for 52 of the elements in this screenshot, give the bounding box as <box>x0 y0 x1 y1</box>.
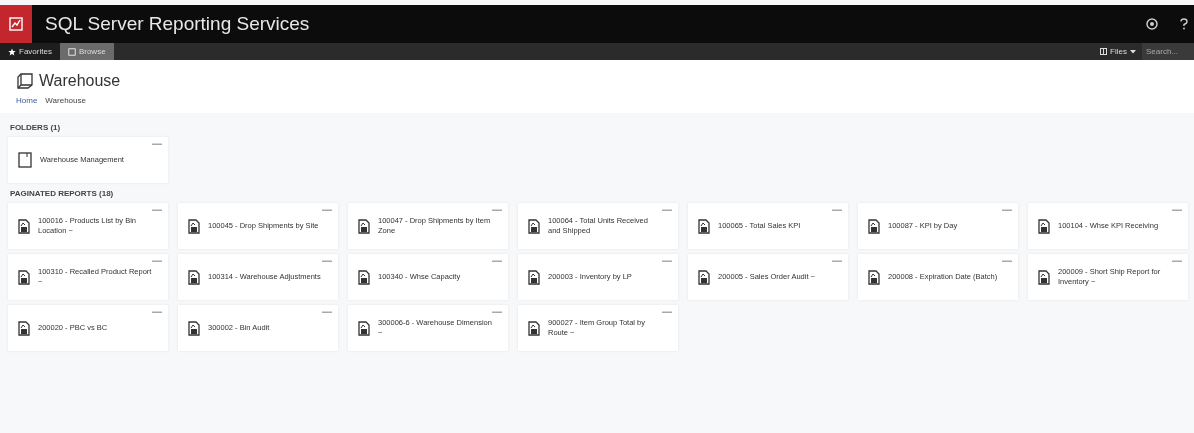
more-icon[interactable] <box>152 260 162 263</box>
more-icon[interactable] <box>322 260 332 263</box>
report-icon <box>528 320 540 336</box>
breadcrumb-item[interactable]: Home <box>16 96 38 105</box>
more-icon[interactable] <box>662 209 672 212</box>
nav-tab[interactable]: Browse <box>59 43 114 60</box>
report-icon <box>528 218 540 234</box>
page-title: Warehouse <box>39 72 121 90</box>
report-icon <box>188 218 200 234</box>
more-icon[interactable] <box>322 209 332 212</box>
report-icon <box>698 269 710 285</box>
more-icon[interactable] <box>1172 260 1182 263</box>
more-icon[interactable] <box>492 260 502 263</box>
report-icon <box>188 269 200 285</box>
more-icon[interactable] <box>152 143 162 146</box>
more-icon[interactable] <box>832 260 842 263</box>
more-icon[interactable] <box>1002 260 1012 263</box>
report-icon <box>18 320 30 336</box>
more-icon[interactable] <box>492 311 502 314</box>
section-title: PAGINATED REPORTS (18) <box>10 189 115 198</box>
more-icon[interactable] <box>662 260 672 263</box>
settings-icon[interactable] <box>1146 18 1158 30</box>
more-icon[interactable] <box>662 311 672 314</box>
section-title: FOLDERS (1) <box>10 123 62 132</box>
report-icon <box>698 218 710 234</box>
report-icon <box>188 320 200 336</box>
breadcrumb-item[interactable]: Warehouse <box>45 96 86 105</box>
report-icon <box>358 320 370 336</box>
report-icon <box>358 218 370 234</box>
report-icon <box>528 269 540 285</box>
more-icon[interactable] <box>832 209 842 212</box>
report-icon <box>868 269 880 285</box>
more-icon[interactable] <box>1002 209 1012 212</box>
nav-tab[interactable]: Favorites <box>0 43 60 60</box>
more-icon[interactable] <box>322 311 332 314</box>
report-icon <box>18 269 30 285</box>
report-icon <box>1038 218 1050 234</box>
search-field[interactable]: Search... <box>1142 43 1194 60</box>
more-icon[interactable] <box>152 311 162 314</box>
report-icon <box>868 218 880 234</box>
more-icon[interactable] <box>1172 209 1182 212</box>
grid-icon <box>1100 48 1108 55</box>
app-title: SQL Server Reporting Services <box>45 13 310 35</box>
help-icon[interactable] <box>1180 18 1188 30</box>
caret-icon <box>1130 49 1136 54</box>
report-icon <box>358 269 370 285</box>
report-icon <box>1038 269 1050 285</box>
view-dropdown[interactable]: Files <box>1094 43 1142 60</box>
more-icon[interactable] <box>152 209 162 212</box>
report-icon <box>18 218 30 234</box>
more-icon[interactable] <box>492 209 502 212</box>
star-icon <box>8 47 16 56</box>
